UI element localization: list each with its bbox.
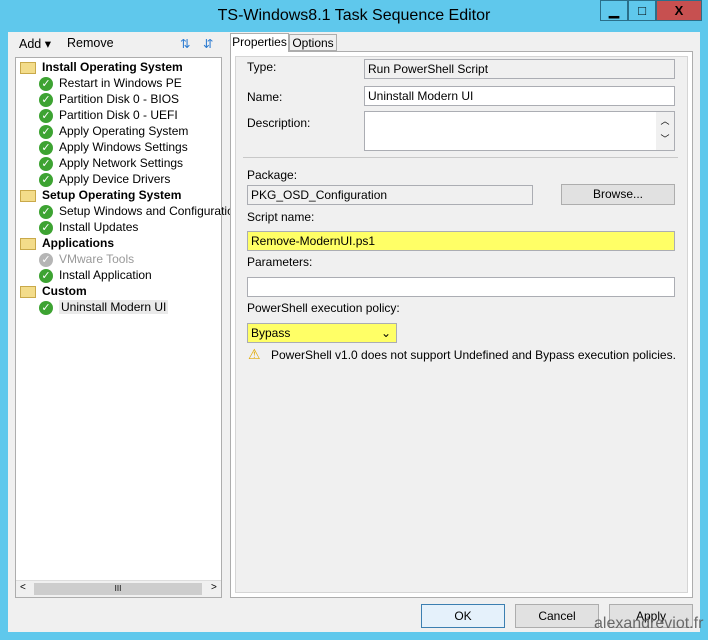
tree-item[interactable]: ✓ Install Application xyxy=(39,267,152,283)
script-name-label: Script name: xyxy=(247,210,315,224)
tree-item[interactable]: ✓ Restart in Windows PE xyxy=(39,75,182,91)
folder-icon xyxy=(20,61,36,74)
move-down-icon[interactable]: ⇵ xyxy=(203,36,213,51)
parameters-label: Parameters: xyxy=(247,255,313,269)
tree-item-label: Apply Network Settings xyxy=(59,156,184,170)
browse-button[interactable]: Browse... xyxy=(561,184,675,205)
tree-item[interactable]: ✓ Uninstall Modern UI xyxy=(39,299,169,315)
tree-item-label: Apply Windows Settings xyxy=(59,140,188,154)
check-icon: ✓ xyxy=(39,220,53,235)
tree-item-label: Partition Disk 0 - BIOS xyxy=(59,92,180,106)
policy-value: Bypass xyxy=(251,326,291,340)
check-icon: ✓ xyxy=(39,172,53,187)
task-sequence-tree[interactable]: Install Operating System ✓ Restart in Wind… xyxy=(15,57,240,598)
policy-select[interactable]: Bypass ⌄ xyxy=(247,323,397,343)
tree-item[interactable]: ✓ Apply Windows Settings xyxy=(39,139,188,155)
tree-item-label: Partition Disk 0 - UEFI xyxy=(59,108,178,122)
minimize-button[interactable]: ▁ xyxy=(600,0,628,21)
tree-item-label: Install Operating System xyxy=(42,60,183,74)
tree-item-label: Install Updates xyxy=(59,220,139,234)
package-label: Package: xyxy=(247,168,298,182)
parameters-input[interactable] xyxy=(247,277,675,297)
tree-item[interactable]: ✓ Partition Disk 0 - BIOS xyxy=(39,91,179,107)
chevron-down-icon: ⌄ xyxy=(380,326,391,340)
watermark: alexandreviot.fr xyxy=(594,615,704,632)
add-label: Add xyxy=(19,37,42,51)
check-icon: ✓ xyxy=(39,252,53,267)
check-icon: ✓ xyxy=(39,204,53,219)
policy-label: PowerShell execution policy: xyxy=(247,301,400,315)
tree-item-label: Applications xyxy=(42,236,115,250)
check-icon: ✓ xyxy=(39,124,53,139)
ok-button[interactable]: OK xyxy=(421,604,505,628)
tree-item-label: VMware Tools xyxy=(59,252,135,266)
check-icon: ✓ xyxy=(39,140,53,155)
cancel-button[interactable]: Cancel xyxy=(515,604,599,628)
tree-item[interactable]: ✓ VMware Tools xyxy=(39,251,134,267)
maximize-button[interactable]: □ xyxy=(628,0,656,21)
tree-item[interactable]: ✓ Partition Disk 0 - UEFI xyxy=(39,107,178,123)
description-input[interactable] xyxy=(364,111,675,151)
tree-item-label: Setup Windows and Configuration xyxy=(59,204,241,218)
tree-item-label: Setup Operating System xyxy=(42,188,182,202)
description-scrollbar[interactable]: ︿ ﹀ xyxy=(656,112,674,150)
folder-icon xyxy=(20,237,36,250)
tree-item[interactable]: ✓ Setup Windows and Configuration xyxy=(39,203,240,219)
horizontal-scrollbar[interactable]: < III > xyxy=(16,580,221,597)
tree-group[interactable]: Applications xyxy=(20,235,114,251)
check-icon: ✓ xyxy=(39,92,53,107)
check-icon: ✓ xyxy=(39,108,53,123)
tree-item[interactable]: ✓ Apply Network Settings xyxy=(39,155,183,171)
type-field: Run PowerShell Script xyxy=(364,59,675,79)
tree-item-label: Restart in Windows PE xyxy=(59,76,182,90)
add-menu-button[interactable]: Add ▾ xyxy=(19,36,51,51)
check-icon: ✓ xyxy=(39,76,53,91)
type-label: Type: xyxy=(247,60,277,74)
move-up-icon[interactable]: ⇅ xyxy=(180,36,190,51)
name-input[interactable]: Uninstall Modern UI xyxy=(364,86,675,106)
script-name-input[interactable]: Remove-ModernUI.ps1 xyxy=(247,231,675,251)
tab-options[interactable]: Options xyxy=(289,34,337,51)
tree-item[interactable]: ✓ Apply Device Drivers xyxy=(39,171,170,187)
remove-button[interactable]: Remove xyxy=(67,36,114,50)
tree-item-label: Apply Device Drivers xyxy=(59,172,171,186)
tree-item-label: Apply Operating System xyxy=(59,124,189,138)
close-button[interactable]: X xyxy=(656,0,702,21)
tree-group[interactable]: Setup Operating System xyxy=(20,187,181,203)
check-icon: ✓ xyxy=(39,268,53,283)
name-label: Name: xyxy=(247,90,283,104)
folder-icon xyxy=(20,285,36,298)
description-label: Description: xyxy=(247,116,311,130)
tree-item[interactable]: ✓ Install Updates xyxy=(39,219,138,235)
warning-icon: ⚠ xyxy=(248,346,261,362)
check-icon: ✓ xyxy=(39,300,53,315)
folder-icon xyxy=(20,189,36,202)
scrollbar-thumb[interactable]: III xyxy=(34,583,202,595)
warning-text: PowerShell v1.0 does not support Undefin… xyxy=(271,348,676,362)
tree-group[interactable]: Install Operating System xyxy=(20,59,183,75)
tree-group[interactable]: Custom xyxy=(20,283,87,299)
tab-properties[interactable]: Properties xyxy=(230,33,289,52)
tree-item[interactable]: ✓ Apply Operating System xyxy=(39,123,188,139)
tree-item-label: Install Application xyxy=(59,268,152,282)
tree-item-label: Custom xyxy=(42,284,87,298)
separator xyxy=(243,157,678,158)
package-field: PKG_OSD_Configuration xyxy=(247,185,533,205)
tree-item-label: Uninstall Modern UI xyxy=(59,300,169,314)
check-icon: ✓ xyxy=(39,156,53,171)
